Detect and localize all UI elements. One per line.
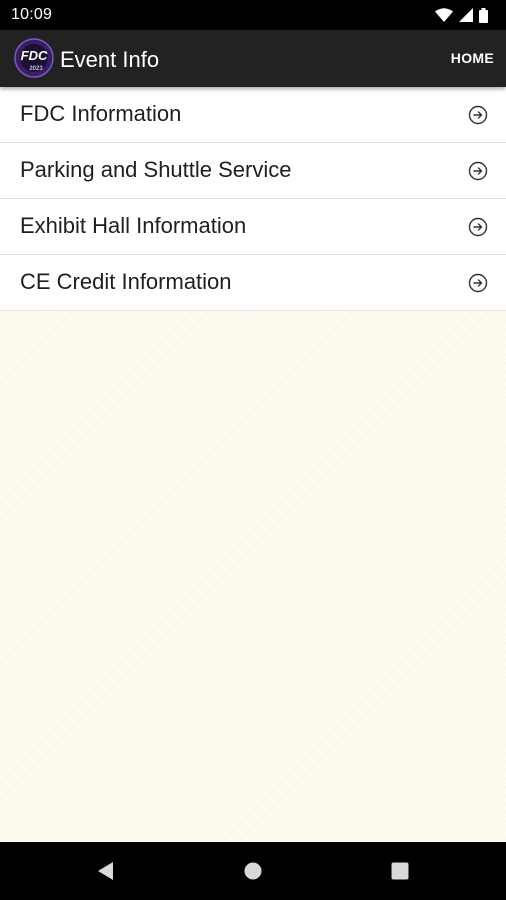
logo-subtext: 2023 [29,66,43,72]
status-bar: 10:09 [0,0,506,30]
wifi-icon [435,8,453,22]
menu-list: FDC Information Parking and Shuttle Serv… [0,87,506,311]
chevron-right-circle-icon [468,105,488,125]
menu-item-parking-shuttle[interactable]: Parking and Shuttle Service [0,143,506,199]
page-title: Event Info [60,47,160,72]
chevron-right-circle-icon [468,217,488,237]
logo-text: FDC [21,48,48,63]
home-button[interactable]: HOME [451,50,494,66]
status-time: 10:09 [11,6,53,23]
content-area: FDC Information Parking and Shuttle Serv… [0,87,506,842]
app-logo: FDC 2023 [14,38,54,78]
menu-item-fdc-information[interactable]: FDC Information [0,87,506,143]
home-circle-icon[interactable] [243,861,263,886]
chevron-right-circle-icon [468,161,488,181]
menu-item-ce-credit[interactable]: CE Credit Information [0,255,506,311]
back-icon[interactable] [96,861,116,886]
menu-item-label: Exhibit Hall Information [20,213,247,238]
menu-item-label: FDC Information [20,101,182,126]
menu-item-exhibit-hall[interactable]: Exhibit Hall Information [0,199,506,255]
signal-icon [459,8,473,22]
system-nav-bar [0,842,506,900]
chevron-right-circle-icon [468,273,488,293]
menu-item-label: CE Credit Information [20,269,232,294]
status-icons [435,7,488,23]
menu-item-label: Parking and Shuttle Service [20,157,292,182]
app-bar: FDC 2023 Event Info HOME [0,30,506,87]
battery-icon [479,7,488,23]
recents-icon[interactable] [390,861,410,886]
